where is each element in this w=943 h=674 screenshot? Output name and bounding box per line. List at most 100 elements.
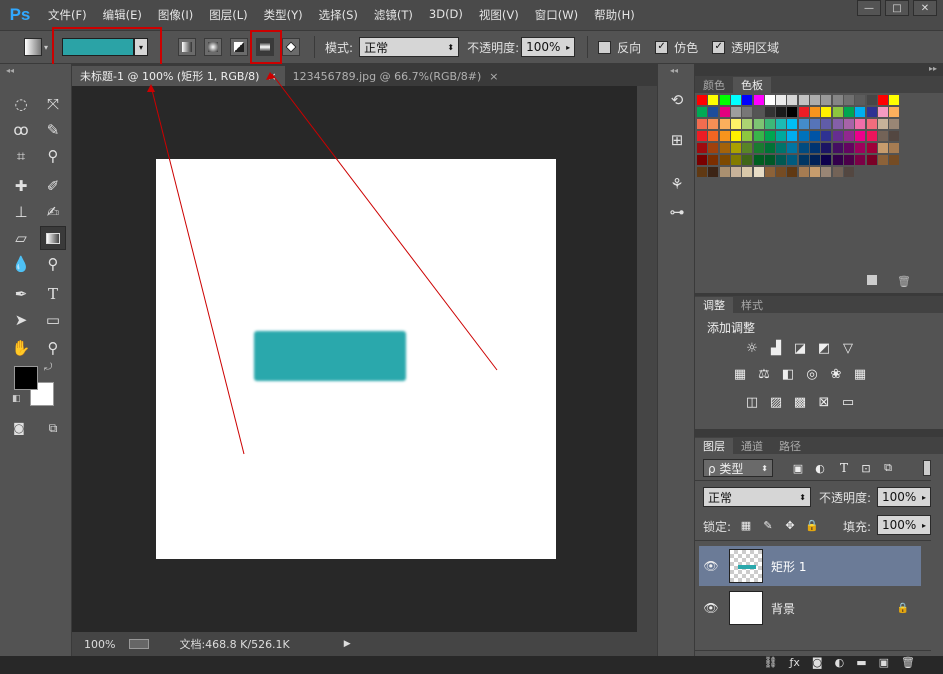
color-swatch[interactable] <box>832 107 843 117</box>
color-swatch[interactable] <box>810 143 820 153</box>
color-swatch[interactable] <box>866 95 877 105</box>
hand-tool-icon[interactable]: ✋ <box>8 336 34 360</box>
quick-select-tool-icon[interactable]: ✎ <box>40 118 66 142</box>
color-swatch[interactable] <box>742 167 753 177</box>
color-swatch[interactable] <box>843 167 854 177</box>
color-swatch[interactable] <box>855 143 866 153</box>
filter-smart-icon[interactable]: ⧉ <box>879 459 897 477</box>
color-swatch[interactable] <box>798 167 809 177</box>
color-swatch[interactable] <box>787 95 798 105</box>
link-layers-icon[interactable]: ⛓ <box>764 656 778 669</box>
preset-caret-icon[interactable]: ▾ <box>44 43 48 52</box>
color-swatch[interactable] <box>798 95 809 105</box>
brush-panel-icon[interactable]: ⚘ <box>664 172 690 196</box>
color-swatch[interactable] <box>730 107 741 117</box>
color-swatch[interactable] <box>730 167 741 177</box>
color-swatch[interactable] <box>877 155 888 165</box>
color-lookup-icon[interactable]: ▦ <box>851 365 869 383</box>
color-swatch[interactable] <box>855 107 866 117</box>
menu-item[interactable]: 滤镜(T) <box>366 7 421 23</box>
dodge-tool-icon[interactable]: ⚲ <box>40 252 66 276</box>
color-swatch[interactable] <box>719 143 730 153</box>
menu-item[interactable]: 窗口(W) <box>527 7 586 23</box>
color-swatch[interactable] <box>877 107 888 117</box>
color-swatch[interactable] <box>719 119 730 129</box>
tab-styles[interactable]: 样式 <box>733 297 771 313</box>
lock-position-icon[interactable]: ✥ <box>781 516 799 534</box>
visibility-eye-icon[interactable]: 👁 <box>699 601 723 615</box>
color-swatch[interactable] <box>753 167 764 177</box>
color-swatch[interactable] <box>776 167 787 177</box>
tab-adjustments[interactable]: 调整 <box>695 297 733 313</box>
menu-item[interactable]: 3D(D) <box>421 7 471 23</box>
adjustment-layer-icon[interactable]: ◐ <box>835 656 845 669</box>
color-swatch[interactable] <box>776 107 787 117</box>
color-swatch[interactable] <box>719 107 730 117</box>
balance-icon[interactable]: ⚖ <box>755 365 773 383</box>
color-swatch[interactable] <box>719 155 730 165</box>
color-swatch[interactable] <box>730 119 741 129</box>
color-swatch[interactable] <box>708 95 719 105</box>
color-swatch[interactable] <box>866 119 877 129</box>
color-swatch[interactable] <box>742 155 753 165</box>
history-panel-icon[interactable]: ⟲ <box>664 88 690 112</box>
color-swatch[interactable] <box>787 155 798 165</box>
threshold-icon[interactable]: ▩ <box>791 393 809 411</box>
blend-mode-select[interactable]: 正常 ⬍ <box>703 487 811 507</box>
color-swatch[interactable] <box>708 131 719 141</box>
menu-item[interactable]: 帮助(H) <box>586 7 643 23</box>
color-swatch[interactable] <box>832 95 843 105</box>
rectangle-tool-icon[interactable]: ▭ <box>40 308 66 332</box>
menu-item[interactable]: 文件(F) <box>40 7 95 23</box>
color-swatch[interactable] <box>742 107 753 117</box>
color-swatch[interactable] <box>787 167 798 177</box>
color-swatch[interactable] <box>821 143 832 153</box>
crop-tool-icon[interactable]: ⌗ <box>8 144 34 168</box>
color-swatch[interactable] <box>877 119 888 129</box>
color-swatch[interactable] <box>810 95 820 105</box>
gradient-map-triangle-icon[interactable]: ▽ <box>839 339 857 357</box>
color-swatch[interactable] <box>764 155 775 165</box>
layer-opacity-field[interactable]: 100% ▸ <box>877 487 931 507</box>
reverse-checkbox[interactable] <box>598 40 612 54</box>
doc-tab-1[interactable]: 未标题-1 @ 100% (矩形 1, RGB/8) × <box>72 66 285 86</box>
color-swatch[interactable] <box>798 131 809 141</box>
color-swatch[interactable] <box>821 131 832 141</box>
color-swatch[interactable] <box>742 143 753 153</box>
diamond-gradient-icon[interactable] <box>282 38 301 56</box>
invert-icon[interactable]: ◫ <box>743 393 761 411</box>
path-selection-icon[interactable]: ➤ <box>8 308 34 332</box>
color-swatch[interactable] <box>730 95 741 105</box>
curves-icon[interactable]: ◪ <box>791 339 809 357</box>
color-swatch[interactable] <box>889 107 900 117</box>
linear-gradient-icon[interactable] <box>178 38 197 56</box>
mode-select[interactable]: 正常 ⬍ <box>359 37 460 57</box>
lock-pixels-icon[interactable]: ✎ <box>759 516 777 534</box>
doc-tab-2[interactable]: 123456789.jpg @ 66.7%(RGB/8#) × <box>285 66 507 86</box>
radial-gradient-icon[interactable] <box>204 38 223 56</box>
color-swatch[interactable] <box>787 131 798 141</box>
filter-pixel-icon[interactable]: ▣ <box>789 459 807 477</box>
layer-filter-select[interactable]: ρ 类型 ⬍ <box>703 459 773 477</box>
color-swatch[interactable] <box>889 119 900 129</box>
layer-mask-icon[interactable]: ◙ <box>812 656 823 669</box>
color-swatch[interactable] <box>787 119 798 129</box>
color-swatch[interactable] <box>832 131 843 141</box>
tool-preset-icon[interactable] <box>24 38 42 56</box>
menu-item[interactable]: 视图(V) <box>471 7 527 23</box>
restore-button[interactable]: □ <box>885 0 909 16</box>
properties-panel-icon[interactable]: ⊞ <box>664 128 690 152</box>
black-white-icon[interactable]: ◧ <box>779 365 797 383</box>
filter-adjust-icon[interactable]: ◐ <box>811 459 829 477</box>
color-swatch[interactable] <box>742 95 753 105</box>
color-swatch[interactable] <box>787 143 798 153</box>
color-swatch[interactable] <box>798 155 809 165</box>
doc-tab-close-icon[interactable]: × <box>267 70 276 83</box>
color-swatch[interactable] <box>753 107 764 117</box>
minimize-button[interactable]: — <box>857 0 881 16</box>
delete-layer-icon[interactable]: 🗑 <box>901 656 915 669</box>
color-swatch[interactable] <box>832 143 843 153</box>
color-swatch[interactable] <box>753 119 764 129</box>
color-swatch[interactable] <box>832 119 843 129</box>
color-swatch[interactable] <box>776 119 787 129</box>
